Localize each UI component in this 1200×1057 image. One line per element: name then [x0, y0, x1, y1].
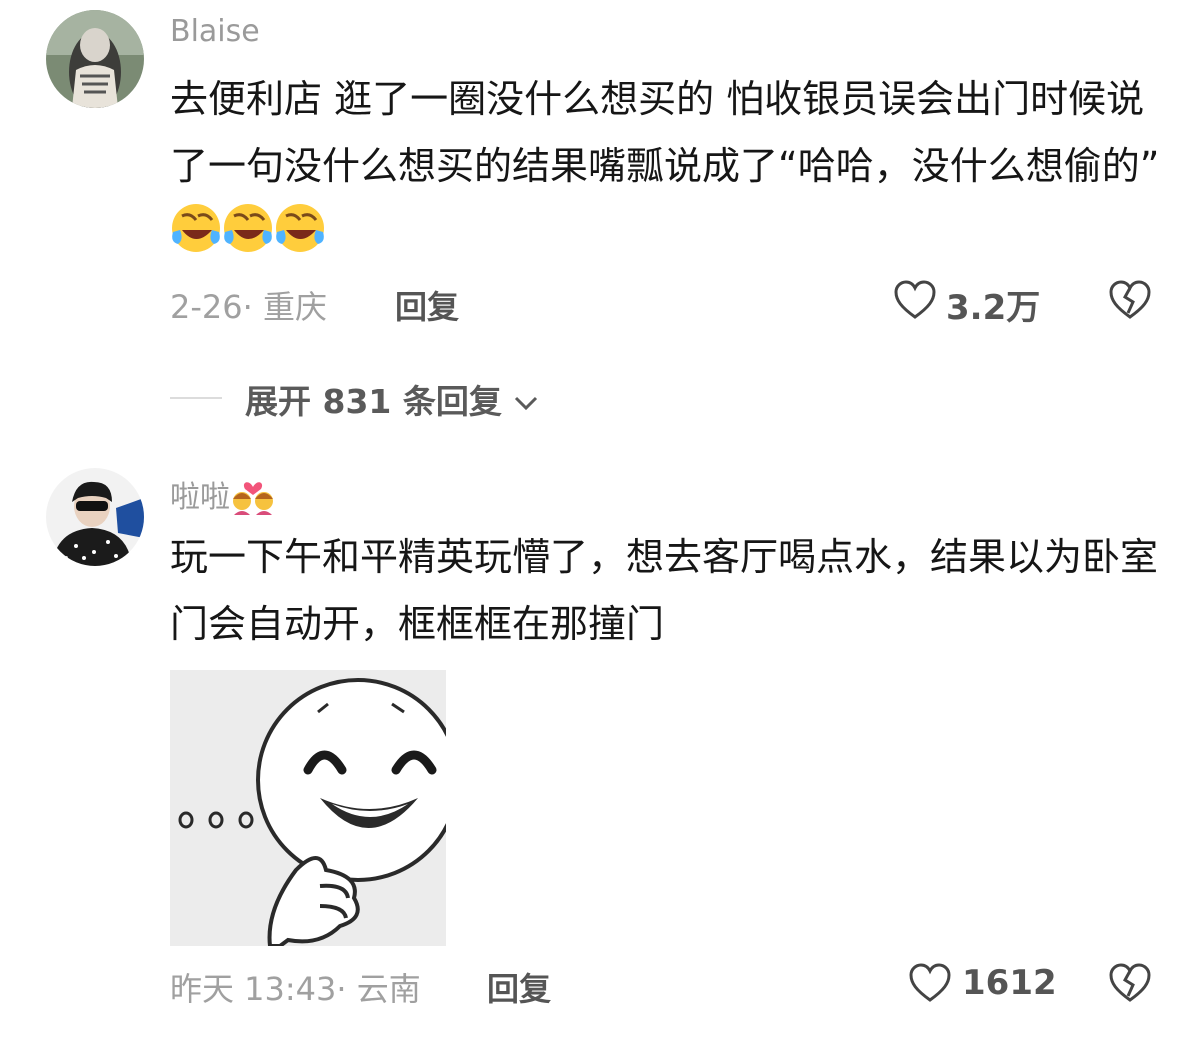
- reply-button[interactable]: 回复: [395, 282, 459, 328]
- comment-text: 玩一下午和平精英玩懵了，想去客厅喝点水，结果以为卧室门会自动开，框框框在那撞门: [170, 535, 1159, 646]
- like-count: 3.2万: [946, 288, 1041, 328]
- heart-icon[interactable]: [908, 962, 952, 1008]
- expand-divider: [170, 397, 222, 399]
- broken-heart-icon[interactable]: [1108, 279, 1152, 325]
- smiling-thinking-face-sticker[interactable]: [170, 670, 446, 946]
- broken-heart-icon[interactable]: [1108, 962, 1152, 1008]
- like-count: 1612: [962, 963, 1057, 1003]
- username[interactable]: Blaise: [170, 14, 260, 49]
- date-location: 2-26· 重庆: [170, 288, 327, 326]
- expand-replies-label: 展开 831 条回复: [245, 382, 502, 421]
- username[interactable]: 啦啦: [170, 472, 276, 523]
- laughing-crying-emoji: [170, 202, 326, 275]
- date-location: 昨天 13:43· 云南: [170, 970, 421, 1008]
- chevron-down-icon: [513, 382, 539, 421]
- avatar[interactable]: [46, 468, 144, 566]
- couple-with-heart-emoji: [230, 473, 276, 523]
- reply-button[interactable]: 回复: [487, 964, 551, 1010]
- username-label: 啦啦: [170, 480, 230, 515]
- expand-replies-button[interactable]: 展开 831 条回复: [245, 375, 539, 423]
- comment-text: 去便利店 逛了一圈没什么想买的 怕收银员误会出门时候说了一句没什么想买的结果嘴瓢…: [170, 66, 1160, 275]
- comment-text-content: 去便利店 逛了一圈没什么想买的 怕收银员误会出门时候说了一句没什么想买的结果嘴瓢…: [170, 77, 1160, 188]
- heart-icon[interactable]: [893, 279, 937, 325]
- avatar[interactable]: [46, 10, 144, 108]
